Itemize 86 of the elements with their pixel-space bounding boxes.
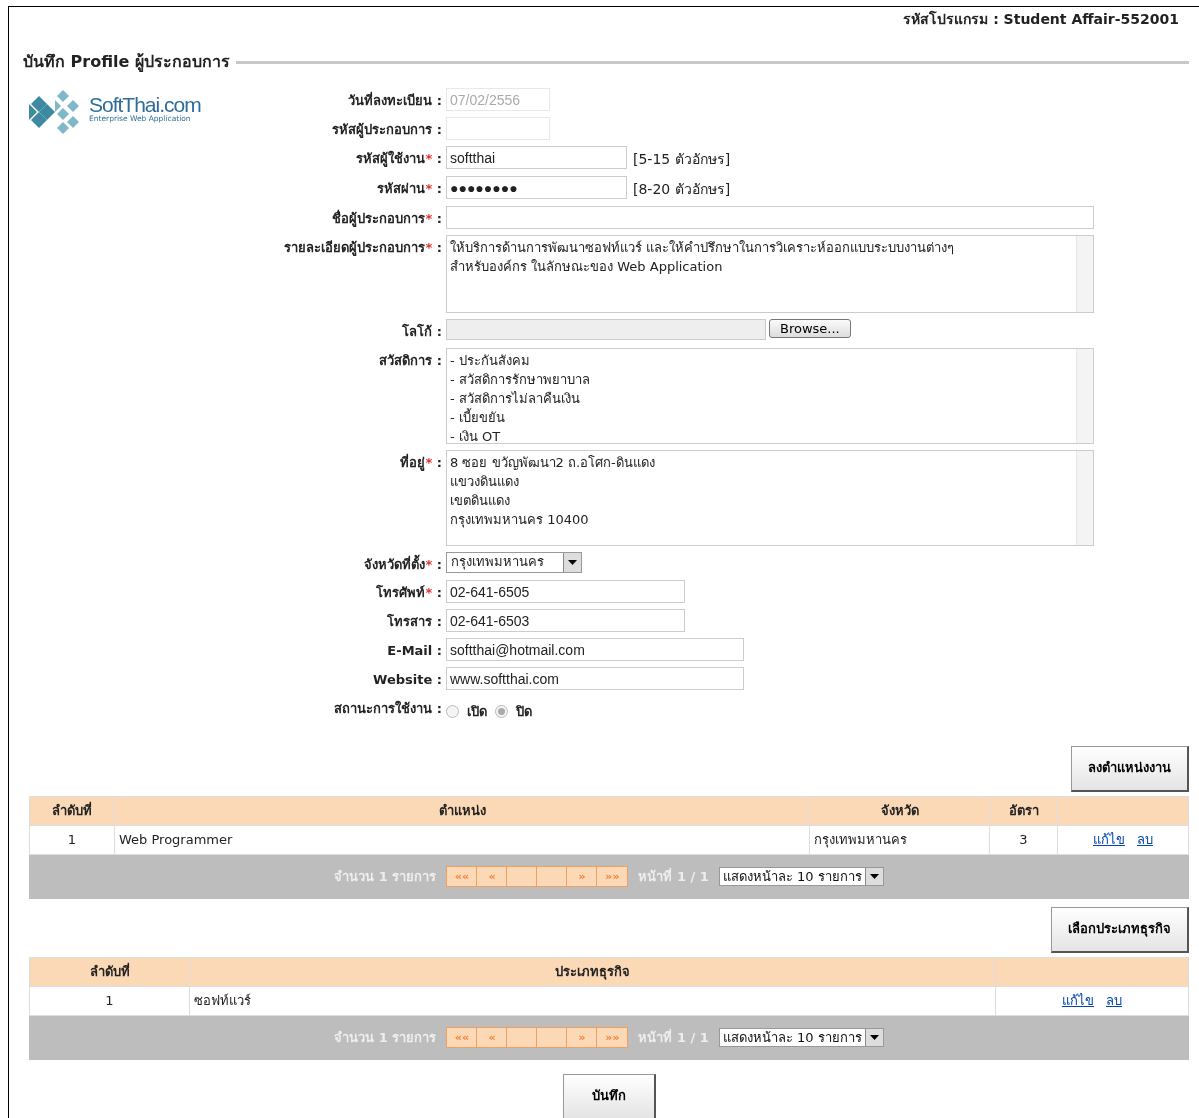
caret-icon: [869, 1035, 879, 1040]
column-header: ประเภทธุรกิจ: [189, 957, 996, 986]
required-mark: *: [425, 211, 433, 226]
column-header: จังหวัด: [809, 796, 990, 825]
field-label: โทรสาร: [387, 614, 433, 629]
page-title: บันทึก Profile ผู้ประกอบการ: [23, 51, 230, 74]
colon: :: [436, 211, 442, 226]
column-header: ตำแหน่ง: [114, 796, 810, 825]
field-label: รหัสผู้ใช้งาน: [356, 151, 426, 166]
required-mark: *: [425, 151, 433, 166]
required-mark: *: [425, 181, 433, 196]
field-label: วันที่ลงทะเบียน: [348, 93, 433, 108]
file-field[interactable]: [446, 319, 766, 340]
page-size-select[interactable]: แสดงหน้าละ 10 รายการ: [718, 1028, 884, 1047]
colon: :: [436, 352, 442, 368]
colon: :: [436, 324, 442, 339]
input-field[interactable]: www.softthai.com: [446, 667, 744, 690]
field-label: โทรศัพท์: [376, 585, 426, 600]
table-cell: 1: [29, 986, 190, 1015]
column-header: ลำดับที่: [29, 957, 190, 986]
caret-icon: [568, 559, 577, 565]
field-label: ที่อยู่: [400, 454, 426, 470]
page-size-select[interactable]: แสดงหน้าละ 10 รายการ: [718, 867, 884, 886]
input-field[interactable]: ●●●●●●●●: [446, 176, 627, 199]
field-label: รายละเอียดผู้ประกอบการ: [284, 240, 426, 255]
action-link[interactable]: แก้ไข: [1093, 831, 1125, 847]
radio-label: เปิด: [467, 703, 487, 721]
required-mark: *: [425, 454, 433, 470]
colon: :: [436, 240, 442, 255]
field-label: จังหวัดที่ตั้ง: [364, 556, 426, 572]
table-cell: กรุงเทพมหานคร: [809, 825, 990, 854]
scrollbar[interactable]: [1076, 348, 1093, 443]
required-mark: *: [425, 556, 433, 572]
scrollbar[interactable]: [1076, 236, 1093, 312]
input-field[interactable]: 02-641-6505: [446, 580, 685, 603]
required-mark: *: [425, 585, 433, 600]
colon: :: [436, 181, 442, 196]
field-label: Website: [373, 672, 433, 687]
table-cell: ซอฟท์แวร์: [189, 986, 996, 1015]
input-field[interactable]: [446, 206, 1094, 229]
colon: :: [436, 672, 442, 687]
text-area[interactable]: - ประกันสังคม - สวัสดิการรักษาพยาบาล - สวัสดิการไม่ลาคืนเงิน - เบี้ยขยัน - เงิน OT: [446, 347, 1094, 444]
radio-button[interactable]: [495, 705, 508, 719]
field-label: สถานะการใช้งาน: [334, 701, 433, 716]
colon: :: [436, 556, 442, 572]
field-hint: [5-15 ตัวอักษร]: [633, 150, 731, 169]
colon: :: [436, 151, 442, 166]
radio-button[interactable]: [446, 705, 459, 719]
column-header: ลำดับที่: [29, 796, 115, 825]
scrollbar[interactable]: [1076, 450, 1093, 545]
colon: :: [436, 701, 442, 716]
table-cell: Web Programmer: [114, 825, 810, 854]
input-field[interactable]: softthai@hotmail.com: [446, 638, 744, 661]
logo-text: SoftThai.com: [89, 94, 201, 115]
colon: :: [436, 585, 442, 600]
program-code: รหัสโปรแกรม : Student Affair-552001: [903, 11, 1179, 27]
radio-label: ปิด: [516, 703, 532, 721]
field-label: รหัสผู้ประกอบการ: [332, 122, 433, 137]
input-field[interactable]: 02-641-6503: [446, 609, 685, 632]
colon: :: [436, 454, 442, 470]
field-label: โลโก้: [402, 324, 433, 339]
field-label: รหัสผ่าน: [377, 181, 426, 196]
add-button[interactable]: ลงตำแหน่งงาน: [1071, 745, 1189, 792]
field-label: สวัสดิการ: [379, 352, 433, 368]
colon: :: [436, 614, 442, 629]
province-select[interactable]: กรุงเทพมหานคร: [446, 551, 582, 573]
action-link[interactable]: ลบ: [1137, 831, 1153, 847]
colon: :: [436, 643, 442, 658]
caret-icon: [869, 874, 879, 879]
field-label: ชื่อผู้ประกอบการ: [332, 211, 426, 226]
required-mark: *: [425, 240, 433, 255]
colon: :: [436, 122, 442, 137]
action-link[interactable]: แก้ไข: [1062, 992, 1094, 1008]
table-cell: 3: [989, 825, 1058, 854]
field-label: E-Mail: [387, 643, 433, 658]
column-header: อัตรา: [989, 796, 1058, 825]
text-area[interactable]: ให้บริการด้านการพัฒนาซอฟท์แวร์ และให้คำปรึกษาในการวิเคราะห์ออกแบบระบบงานต่างๆ สำหรับองค์กร ในลักษณะของ Web Application: [446, 235, 1094, 313]
table-cell: 1: [29, 825, 115, 854]
colon: :: [436, 93, 442, 108]
text-area[interactable]: 8 ซอย ขวัญพัฒนา2 ถ.อโศก-ดินแดง แขวงดินแดง เขตดินแดง กรุงเทพมหานคร 10400: [446, 449, 1094, 546]
browse-button[interactable]: Browse...: [769, 319, 851, 338]
input-field[interactable]: softthai: [446, 146, 627, 169]
field-hint: [8-20 ตัวอักษร]: [633, 180, 731, 199]
action-link[interactable]: ลบ: [1106, 992, 1122, 1008]
add-button[interactable]: เลือกประเภทธุรกิจ: [1051, 906, 1189, 953]
save-button[interactable]: บันทึก: [562, 1073, 656, 1118]
